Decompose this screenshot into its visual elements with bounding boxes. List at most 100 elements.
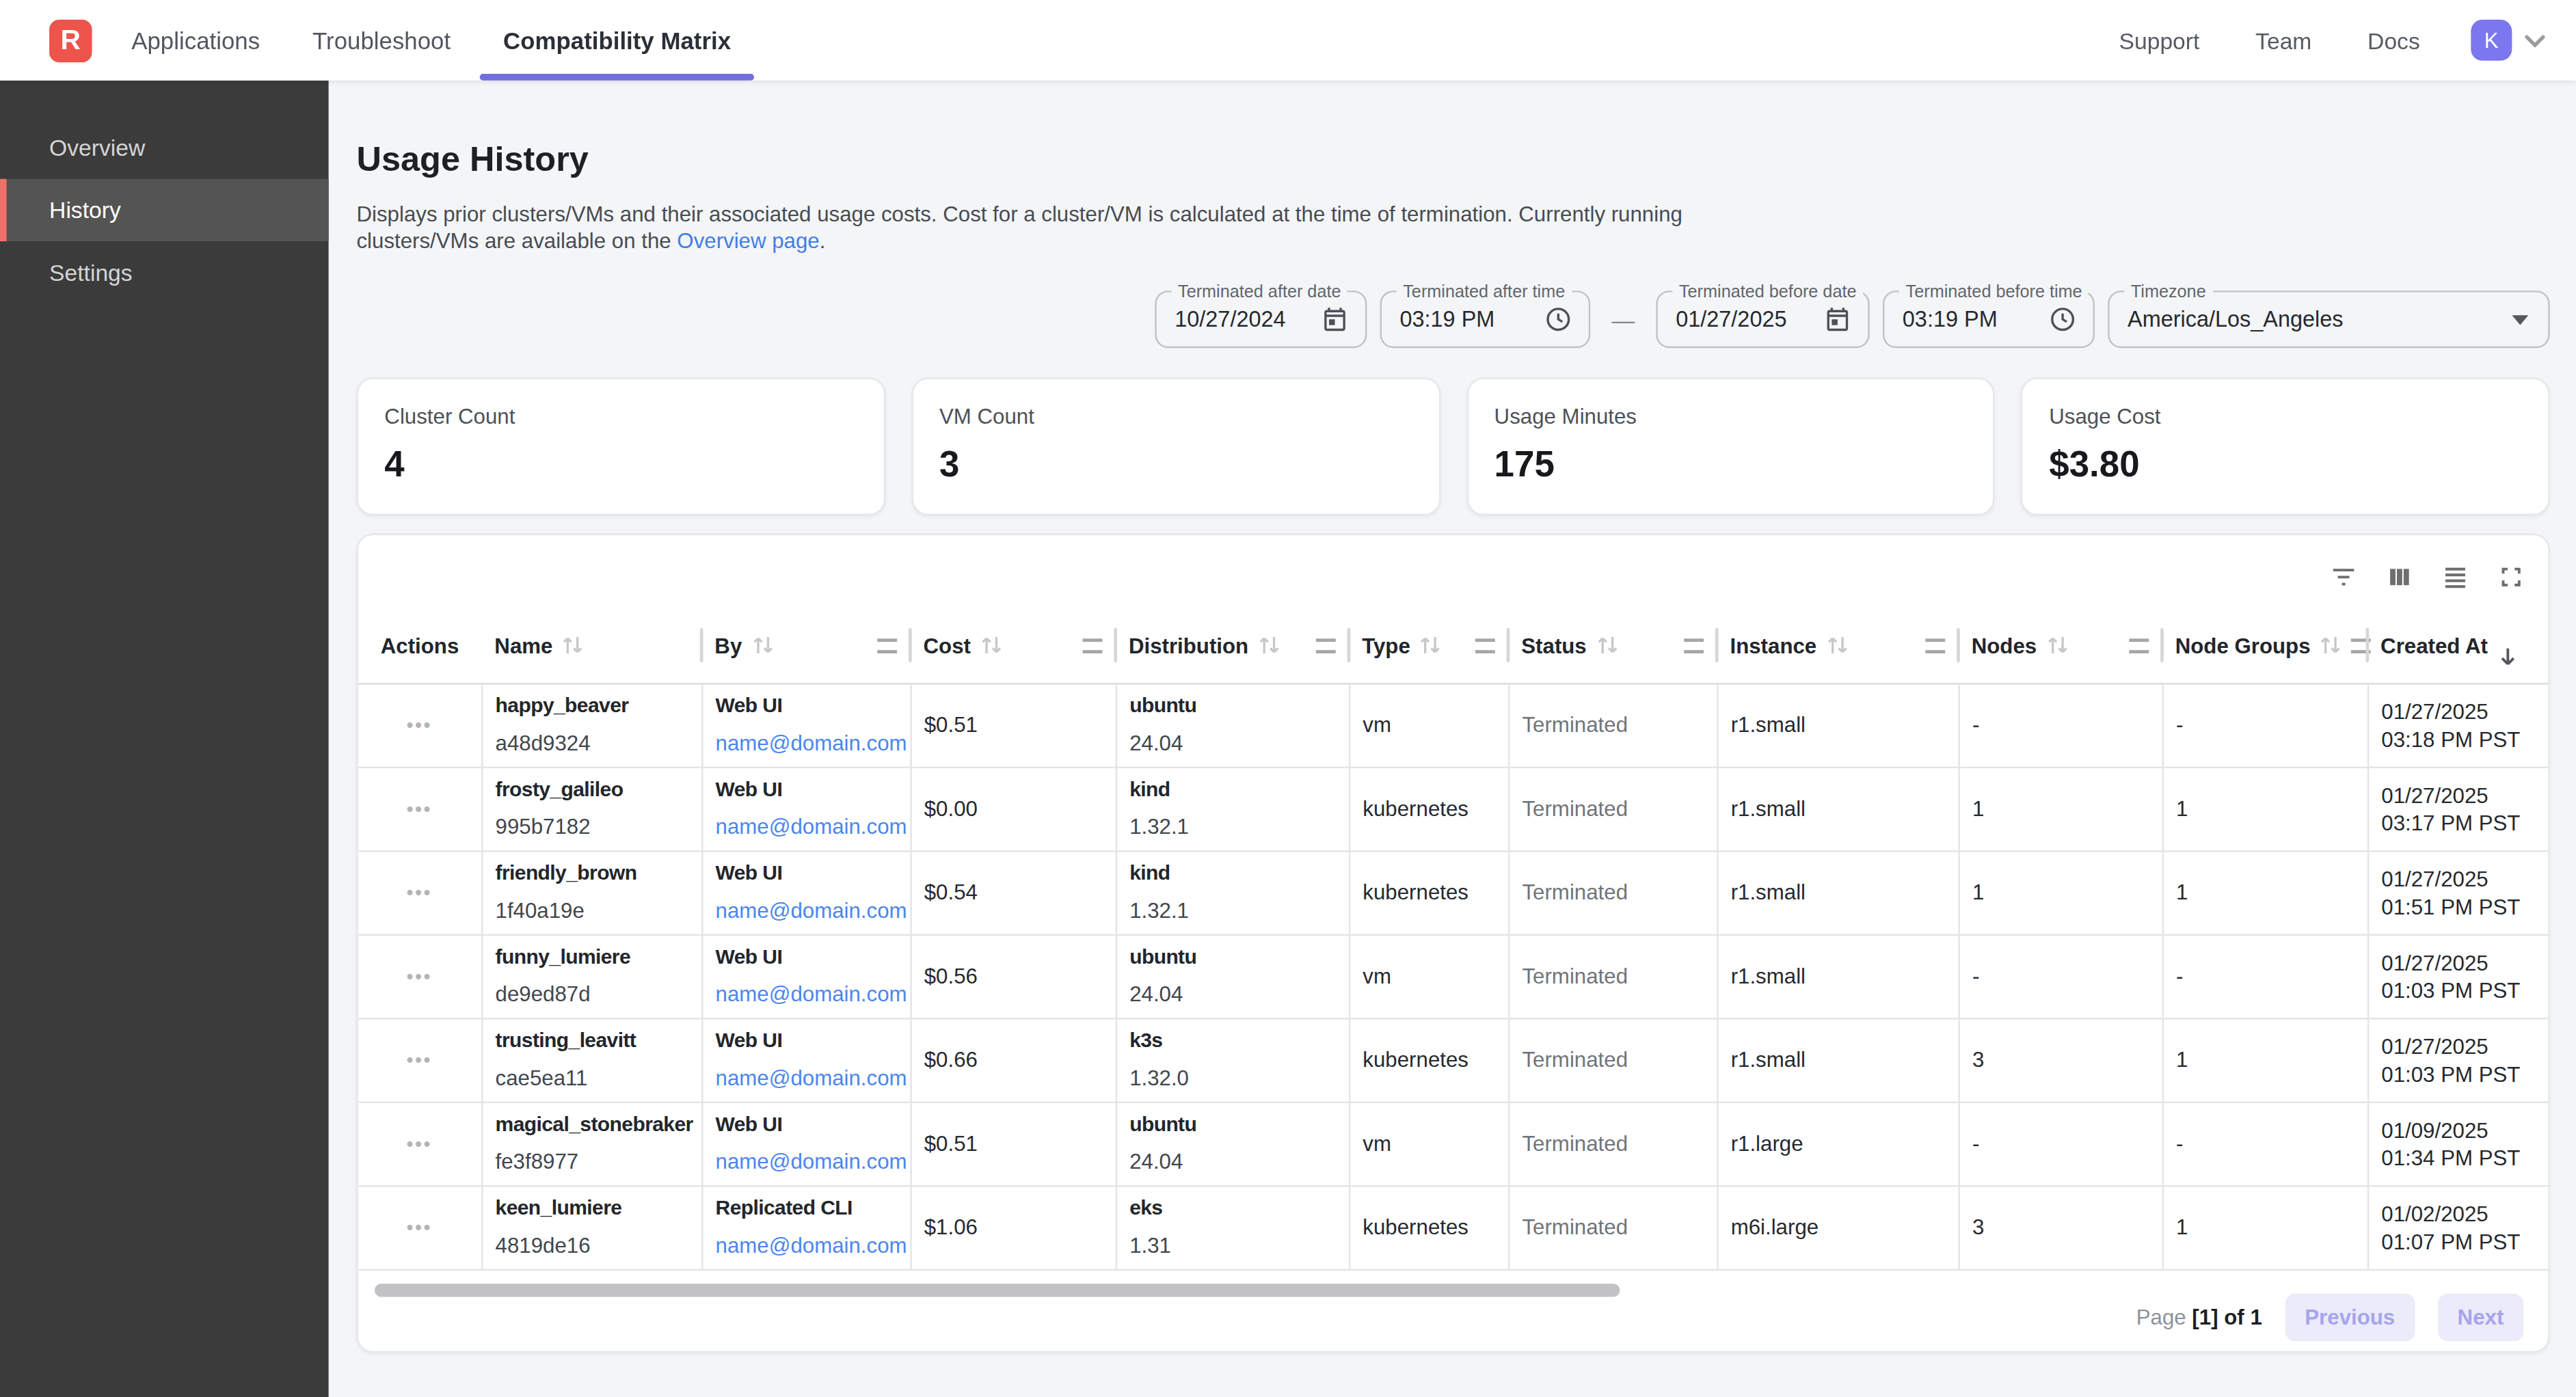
terminated-before-date-field[interactable]: Terminated before date 01/27/2025 [1656,290,1869,348]
distribution-cell: ubuntu24.04 [1116,934,1349,1018]
cost-cell: $0.51 [910,1102,1115,1185]
user-email-link[interactable]: name@domain.com [716,814,907,840]
row-actions-button[interactable]: ••• [407,881,433,904]
column-header-distribution[interactable]: Distribution [1116,609,1349,683]
filter-icon[interactable] [2330,563,2358,591]
page-description: Displays prior clusters/VMs and their as… [356,202,2549,252]
column-menu-icon[interactable] [1925,638,1945,653]
replicated-logo[interactable]: R [49,19,92,62]
instance-cell: r1.small [1717,1018,1958,1101]
previous-page-button[interactable]: Previous [2285,1292,2415,1340]
user-email-link[interactable]: name@domain.com [716,1066,907,1091]
by-cell: Replicated CLIname@domain.com [701,1185,910,1269]
name-cell: funny_lumierede9ed87d [481,934,701,1018]
table-row: ••• keen_lumiere4819de16 Replicated CLIn… [358,1185,2548,1269]
nav-link-docs[interactable]: Docs [2339,27,2447,53]
nav-link-support[interactable]: Support [2091,27,2228,53]
fullscreen-icon[interactable] [2497,563,2525,591]
clock-icon[interactable] [1544,306,1572,334]
user-email-link[interactable]: name@domain.com [716,981,907,1007]
terminated-after-time-field[interactable]: Terminated after time 03:19 PM [1380,290,1591,348]
column-header-instance[interactable]: Instance [1717,609,1958,683]
column-header-status[interactable]: Status [1508,609,1717,683]
density-icon[interactable] [2441,563,2469,591]
sort-arrows-icon[interactable] [1257,634,1281,657]
nav-tab-applications[interactable]: Applications [105,0,286,81]
type-cell: kubernetes [1349,850,1508,934]
chevron-down-icon[interactable] [2523,32,2547,49]
clock-icon[interactable] [2049,306,2077,334]
column-menu-icon[interactable] [1475,638,1495,653]
next-page-button[interactable]: Next [2438,1292,2523,1340]
column-menu-icon[interactable] [877,638,897,653]
nodes-cell: 1 [1958,767,2162,850]
column-header-nodes[interactable]: Nodes [1958,609,2162,683]
table-row: ••• trusting_leavittcae5ea11 Web UIname@… [358,1018,2548,1101]
table-row: ••• frosty_galileo995b7182 Web UIname@do… [358,767,2548,850]
terminated-before-time-field[interactable]: Terminated before time 03:19 PM [1883,290,2095,348]
column-menu-icon[interactable] [1684,638,1704,653]
nav-tab-compatibility-matrix[interactable]: Compatibility Matrix [477,0,757,81]
type-cell: vm [1349,1102,1508,1185]
instance-cell: r1.large [1717,1102,1958,1185]
sort-arrows-icon[interactable] [1825,634,1849,657]
column-header-cost[interactable]: Cost [910,609,1115,683]
dropdown-caret-icon [2512,314,2528,324]
node-groups-cell: - [2162,934,2367,1018]
sort-arrows-icon[interactable] [750,634,775,657]
sort-arrows-icon[interactable] [561,634,585,657]
column-header-name[interactable]: Name [481,609,701,683]
column-menu-icon[interactable] [1083,638,1103,653]
sidebar-item-overview[interactable]: Overview [0,117,329,179]
distribution-cell: ubuntu24.04 [1116,1102,1349,1185]
row-actions-button[interactable]: ••• [407,964,433,988]
instance-cell: r1.small [1717,934,1958,1018]
row-actions-cell: ••• [358,683,481,766]
calendar-icon[interactable] [1321,306,1349,334]
sort-arrows-icon[interactable] [1419,634,1443,657]
sort-desc-icon[interactable] [2496,646,2521,669]
cost-cell: $0.00 [910,767,1115,850]
calendar-icon[interactable] [1823,306,1851,334]
distribution-cell: eks1.31 [1116,1185,1349,1269]
table-header: Actions Name By Cost [358,609,2548,683]
nav-tab-troubleshoot[interactable]: Troubleshoot [286,0,477,81]
nav-link-team[interactable]: Team [2227,27,2339,53]
sidebar-item-settings[interactable]: Settings [0,241,329,303]
row-actions-button[interactable]: ••• [407,714,433,737]
status-cell: Terminated [1508,1102,1717,1185]
column-header-type[interactable]: Type [1349,609,1508,683]
by-cell: Web UIname@domain.com [701,767,910,850]
sort-arrows-icon[interactable] [1595,634,1620,657]
overview-page-link[interactable]: Overview page [677,228,819,252]
column-menu-icon[interactable] [1316,638,1336,653]
row-actions-button[interactable]: ••• [407,797,433,820]
stat-card-cluster-count: Cluster Count 4 [356,377,885,515]
sidebar-item-history[interactable]: History [0,179,329,241]
user-email-link[interactable]: name@domain.com [716,1149,907,1175]
column-header-by[interactable]: By [701,609,910,683]
by-cell: Web UIname@domain.com [701,1102,910,1185]
table-row: ••• happy_beavera48d9324 Web UIname@doma… [358,683,2548,766]
column-header-created-at[interactable]: Created At [2367,609,2548,683]
row-actions-button[interactable]: ••• [407,1132,433,1155]
row-actions-button[interactable]: ••• [407,1048,433,1072]
sort-arrows-icon[interactable] [2045,634,2069,657]
sort-arrows-icon[interactable] [2319,634,2344,657]
user-email-link[interactable]: name@domain.com [716,1233,907,1259]
name-cell: keen_lumiere4819de16 [481,1185,701,1269]
columns-icon[interactable] [2385,563,2413,591]
sort-arrows-icon[interactable] [979,634,1004,657]
user-email-link[interactable]: name@domain.com [716,898,907,924]
instance-cell: r1.small [1717,767,1958,850]
column-header-node-groups[interactable]: Node Groups [2162,609,2367,683]
column-header-actions[interactable]: Actions [358,609,481,683]
user-email-link[interactable]: name@domain.com [716,731,907,757]
terminated-after-date-field[interactable]: Terminated after date 10/27/2024 [1155,290,1367,348]
filter-range-separator: — [1603,306,1643,332]
column-menu-icon[interactable] [2129,638,2149,653]
timezone-select[interactable]: Timezone America/Los_Angeles [2108,290,2549,348]
name-cell: trusting_leavittcae5ea11 [481,1018,701,1101]
row-actions-button[interactable]: ••• [407,1216,433,1239]
user-avatar[interactable]: K [2471,20,2512,61]
